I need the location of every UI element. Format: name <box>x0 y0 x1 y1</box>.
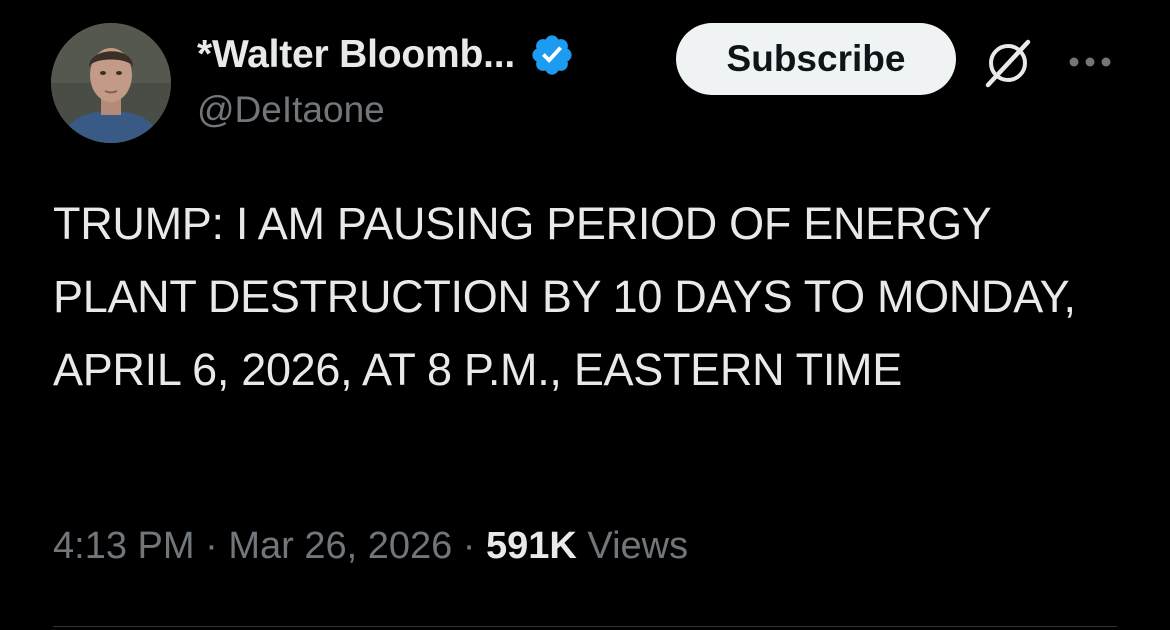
avatar[interactable] <box>51 23 171 143</box>
views-count: 591K <box>486 525 577 567</box>
author-handle[interactable]: @DeItaone <box>197 89 385 131</box>
author-display-name[interactable]: *Walter Bloomb... <box>197 33 515 77</box>
tweet-text: TRUMP: I AM PAUSING PERIOD OF ENERGY PLA… <box>53 198 1076 395</box>
meta-separator: · <box>194 525 229 567</box>
tweet-meta: 4:13 PM · Mar 26, 2026 · 591K Views <box>53 525 688 568</box>
meta-separator: · <box>452 525 487 567</box>
tweet-time[interactable]: 4:13 PM <box>53 525 195 567</box>
tweet-date[interactable]: Mar 26, 2026 <box>228 525 452 567</box>
subscribe-button[interactable]: Subscribe <box>676 23 956 95</box>
divider <box>53 626 1117 627</box>
verified-badge-icon[interactable] <box>529 32 575 78</box>
author-name-row: *Walter Bloomb... <box>197 30 575 80</box>
grok-icon[interactable] <box>980 34 1036 90</box>
avatar-image <box>51 23 171 143</box>
tweet-card: *Walter Bloomb... @DeItaone Subscribe TR… <box>0 0 1170 630</box>
more-icon[interactable] <box>1062 42 1118 82</box>
views-label: Views <box>576 525 689 567</box>
